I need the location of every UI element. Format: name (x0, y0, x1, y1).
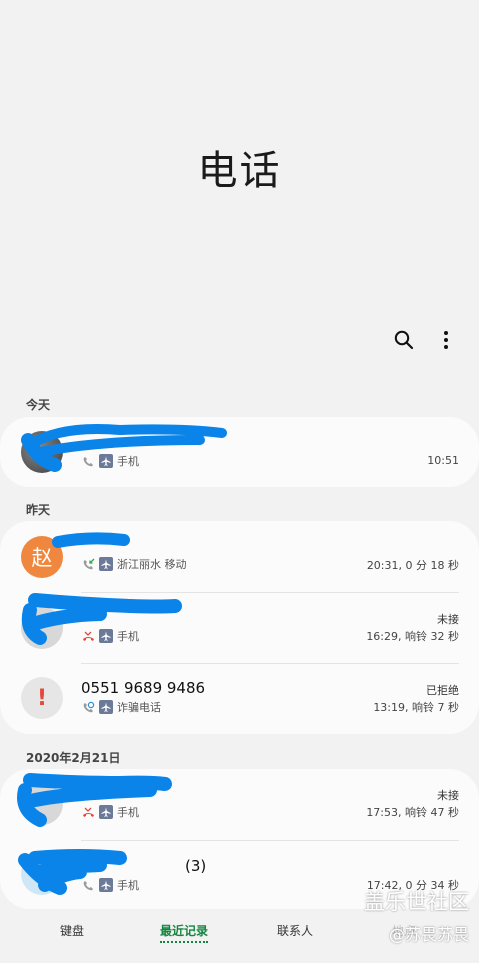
tab-keypad[interactable]: 键盘 (60, 922, 84, 939)
call-log-item[interactable]: 手机 未接 16:29, 响铃 32 秒 (0, 593, 479, 663)
airplane-icon (99, 557, 113, 571)
call-log-item[interactable]: 手机 未接 17:53, 响铃 47 秒 (0, 769, 479, 840)
airplane-icon (99, 805, 113, 819)
airplane-icon (99, 878, 113, 892)
section-header-yesterday: 昨天 (26, 503, 51, 517)
call-card-today: 手机 10:51 (0, 417, 479, 487)
watermark-handle: @苏畏苏畏 (388, 925, 469, 944)
call-time: 20:31, 0 分 18 秒 (366, 559, 459, 572)
call-log-item[interactable]: 赵 浙江丽水 移动 20:31, 0 分 18 秒 (0, 521, 479, 592)
incoming-call-icon (81, 557, 95, 571)
call-log-item[interactable]: 手机 10:51 (0, 417, 479, 487)
call-details: 手机 (81, 804, 139, 820)
avatar (21, 607, 63, 649)
more-vertical-icon[interactable] (431, 325, 461, 355)
avatar (21, 783, 63, 825)
section-header-date: 2020年2月21日 (26, 751, 121, 765)
avatar (21, 431, 63, 473)
call-time: 17:53, 响铃 47 秒 (366, 806, 459, 819)
call-time: 16:29, 响铃 32 秒 (366, 630, 459, 643)
call-details: 手机 (81, 453, 139, 469)
section-header-today: 今天 (26, 398, 51, 412)
airplane-icon (99, 629, 113, 643)
call-card-yesterday: 赵 浙江丽水 移动 20:31, 0 分 18 秒 手机 未接 16:29, 响 (0, 521, 479, 734)
call-time: 13:19, 响铃 7 秒 (373, 701, 459, 714)
call-label: 手机 (117, 879, 139, 892)
call-status: 已拒绝 (426, 684, 459, 697)
rejected-call-icon (81, 700, 95, 714)
call-log-item[interactable]: ! 0551 9689 9486 诈骗电话 已拒绝 13:19, 响铃 7 秒 (0, 664, 479, 734)
missed-call-icon (81, 629, 95, 643)
airplane-icon (99, 454, 113, 468)
call-name: 0551 9689 9486 (81, 679, 206, 697)
avatar: 赵 (21, 536, 63, 578)
watermark-title: 盖乐世社区 (364, 890, 469, 914)
call-details: 手机 (81, 877, 139, 893)
call-label: 诈骗电话 (117, 701, 161, 714)
outgoing-call-icon (81, 454, 95, 468)
call-label: 浙江丽水 移动 (117, 558, 187, 571)
call-time: 10:51 (427, 454, 459, 467)
avatar (21, 853, 63, 895)
call-details: 手机 (81, 628, 139, 644)
call-status: 未接 (437, 613, 459, 626)
page-title: 电话 (197, 148, 282, 194)
warning-icon: ! (21, 677, 63, 719)
tab-recents[interactable]: 最近记录 (160, 922, 209, 943)
outgoing-call-icon (81, 878, 95, 892)
search-icon[interactable] (389, 325, 419, 355)
call-count: (3) (185, 857, 207, 875)
call-status: 未接 (437, 789, 459, 802)
call-details: 浙江丽水 移动 (81, 556, 187, 572)
call-label: 手机 (117, 455, 139, 468)
call-label: 手机 (117, 630, 139, 643)
call-label: 手机 (117, 806, 139, 819)
airplane-icon (99, 700, 113, 714)
tab-contacts[interactable]: 联系人 (277, 922, 313, 939)
call-details: 诈骗电话 (81, 699, 161, 715)
missed-call-icon (81, 805, 95, 819)
